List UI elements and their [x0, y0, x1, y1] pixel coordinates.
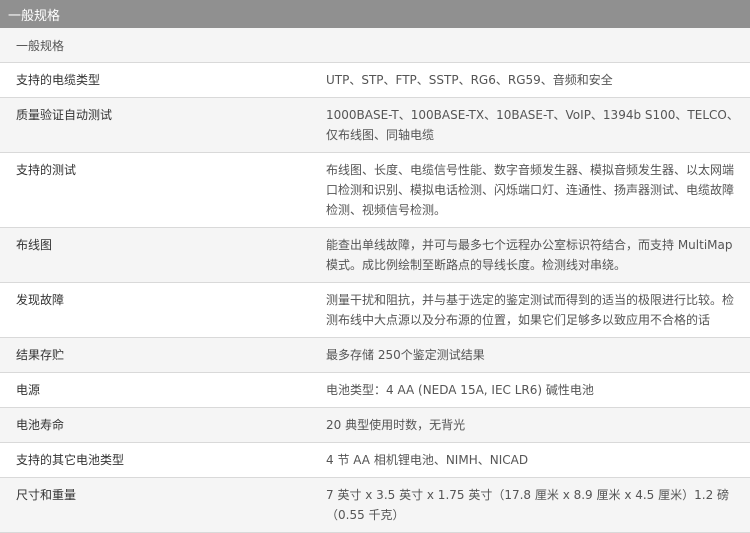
spec-label: 电源 [0, 372, 310, 408]
spec-value: 1000BASE-T、100BASE-TX、10BASE-T、VoIP、1394… [310, 97, 750, 153]
spec-label: 布线图 [0, 227, 310, 283]
spec-row-fault-finding: 发现故障 测量干扰和阻抗，并与基于选定的鉴定测试而得到的适当的极限进行比较。检测… [0, 282, 750, 338]
spec-label: 电池寿命 [0, 407, 310, 443]
spec-value: 能查出单线故障，并可与最多七个远程办公室标识符结合，而支持 MultiMap 模… [310, 227, 750, 283]
spec-table: 一般规格 一般规格 支持的电缆类型 UTP、STP、FTP、SSTP、RG6、R… [0, 0, 750, 533]
spec-label: 结果存贮 [0, 337, 310, 373]
spec-row-battery-life: 电池寿命 20 典型使用时数，无背光 [0, 407, 750, 443]
spec-label: 支持的测试 [0, 152, 310, 228]
spec-value: 20 典型使用时数，无背光 [310, 407, 750, 443]
spec-value: 7 英寸 x 3.5 英寸 x 1.75 英寸（17.8 厘米 x 8.9 厘米… [310, 477, 750, 533]
spec-value: 测量干扰和阻抗，并与基于选定的鉴定测试而得到的适当的极限进行比较。检测布线中大点… [310, 282, 750, 338]
spec-row-supported-tests: 支持的测试 布线图、长度、电缆信号性能、数字音频发生器、模拟音频发生器、以太网端… [0, 152, 750, 228]
spec-row-power: 电源 电池类型：4 AA (NEDA 15A, IEC LR6) 碱性电池 [0, 372, 750, 408]
spec-row-auto-tests: 质量验证自动测试 1000BASE-T、100BASE-TX、10BASE-T、… [0, 97, 750, 153]
spec-value: 布线图、长度、电缆信号性能、数字音频发生器、模拟音频发生器、以太网端口检测和识别… [310, 152, 750, 228]
spec-label: 质量验证自动测试 [0, 97, 310, 153]
spec-label: 支持的电缆类型 [0, 62, 310, 98]
spec-label: 发现故障 [0, 282, 310, 338]
spec-row-cable-types: 支持的电缆类型 UTP、STP、FTP、SSTP、RG6、RG59、音频和安全 [0, 62, 750, 98]
section-subheader: 一般规格 [0, 28, 750, 63]
spec-value: UTP、STP、FTP、SSTP、RG6、RG59、音频和安全 [310, 62, 750, 98]
section-header: 一般规格 [0, 0, 750, 28]
spec-label: 支持的其它电池类型 [0, 442, 310, 478]
spec-row-result-storage: 结果存贮 最多存储 250个鉴定测试结果 [0, 337, 750, 373]
spec-row-size-weight: 尺寸和重量 7 英寸 x 3.5 英寸 x 1.75 英寸（17.8 厘米 x … [0, 477, 750, 533]
spec-row-wiremap: 布线图 能查出单线故障，并可与最多七个远程办公室标识符结合，而支持 MultiM… [0, 227, 750, 283]
spec-label: 尺寸和重量 [0, 477, 310, 533]
spec-value: 最多存储 250个鉴定测试结果 [310, 337, 750, 373]
spec-value: 4 节 AA 相机锂电池、NIMH、NICAD [310, 442, 750, 478]
spec-row-other-batteries: 支持的其它电池类型 4 节 AA 相机锂电池、NIMH、NICAD [0, 442, 750, 478]
spec-value: 电池类型：4 AA (NEDA 15A, IEC LR6) 碱性电池 [310, 372, 750, 408]
